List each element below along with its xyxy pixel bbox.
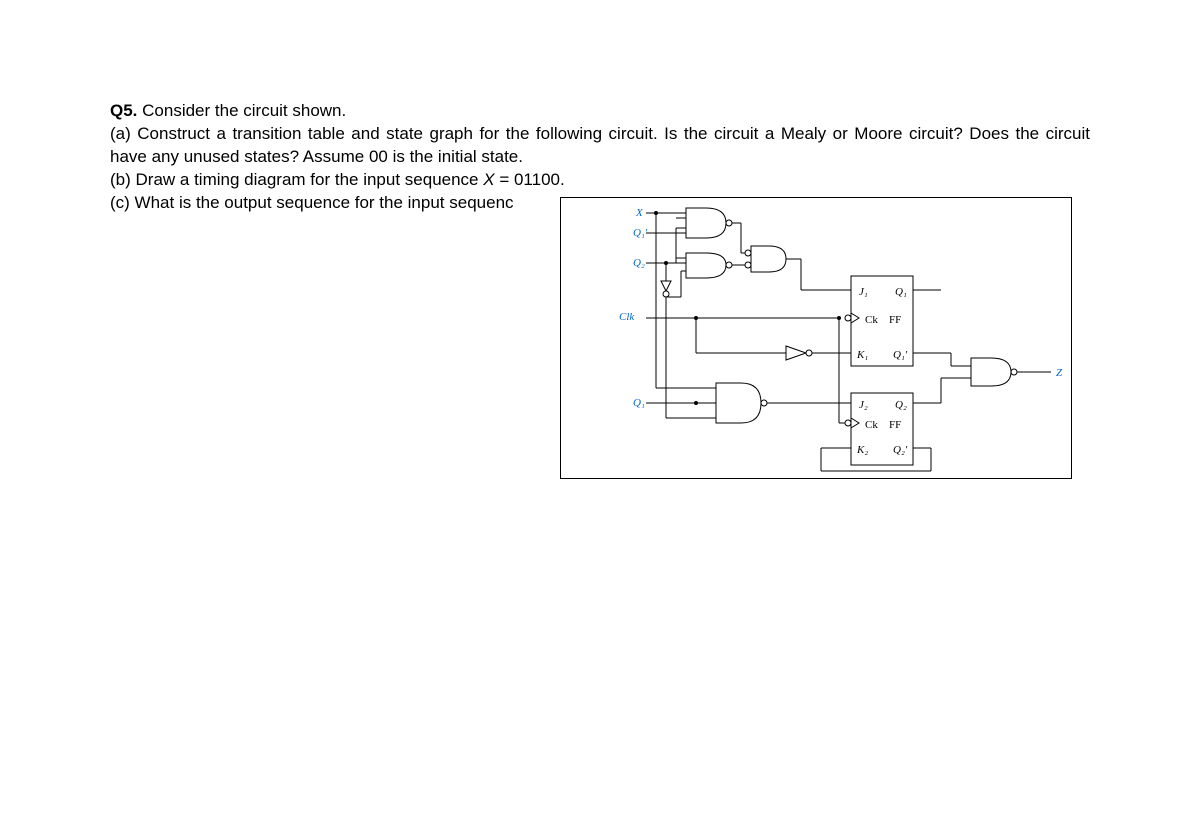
label-ff1: FF <box>889 314 901 326</box>
circuit-svg: X Q₁′ Q₂ Clk Q₁ <box>561 198 1071 478</box>
label-j2: J₂ <box>859 399 868 411</box>
label-x: X <box>635 207 644 219</box>
part-b-var: X <box>483 170 494 189</box>
label-z: Z <box>1056 367 1063 379</box>
label-q2: Q₂ <box>633 257 645 269</box>
label-k2: K₂ <box>856 444 868 456</box>
label-ck1: Ck <box>865 314 878 326</box>
part-a: (a) Construct a transition table and sta… <box>110 124 1090 166</box>
question-content: Q5. Consider the circuit shown. (a) Cons… <box>0 0 1200 215</box>
label-j1: J₁ <box>859 286 868 298</box>
question-number: Q5. <box>110 101 137 120</box>
circuit-diagram: X Q₁′ Q₂ Clk Q₁ <box>560 197 1072 479</box>
part-b-suffix: = 01100. <box>495 170 565 189</box>
label-q2-out: Q₂ <box>895 399 907 411</box>
label-q1-out: Q₁ <box>895 286 907 298</box>
label-k1: K₁ <box>856 349 868 361</box>
label-q1prime: Q₁′ <box>633 227 648 239</box>
label-clk: Clk <box>619 311 635 323</box>
label-ff2: FF <box>889 419 901 431</box>
label-ck2: Ck <box>865 419 878 431</box>
question-intro: Consider the circuit shown. <box>142 101 346 120</box>
part-b-prefix: (b) Draw a timing diagram for the input … <box>110 170 483 189</box>
part-c: (c) What is the output sequence for the … <box>110 193 514 212</box>
label-q1prime-out: Q₁′ <box>893 349 908 361</box>
label-q2prime-out: Q₂′ <box>893 444 908 456</box>
label-q1: Q₁ <box>633 397 645 409</box>
